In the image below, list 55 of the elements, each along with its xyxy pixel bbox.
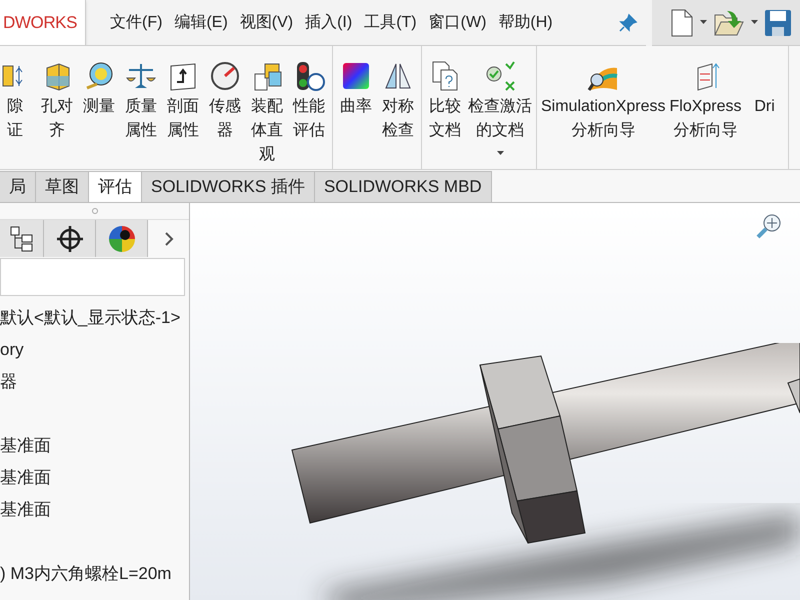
tool-icon [484,60,516,92]
tool-icon [209,60,241,92]
ribbon-tool-button[interactable]: Dri [744,60,786,119]
ribbon-tool-button[interactable]: 曲率 [335,60,377,119]
ribbon-tool-button[interactable]: 孔对 齐 [36,60,78,143]
color-sphere-icon [108,224,136,252]
tree-item[interactable]: 基准面 [0,433,51,459]
tree-item[interactable]: 基准面 [0,465,51,491]
ribbon-tab[interactable]: SOLIDWORKS 插件 [142,171,315,202]
ribbon-tool-button[interactable]: FloXpress 分析向导 [668,60,744,143]
tree-item[interactable]: ) M3内六角螺栓L=20m [0,561,172,587]
caret-icon[interactable] [700,20,707,25]
menu-item[interactable]: 文件(F) [106,10,166,34]
chevron-right-icon[interactable] [164,230,174,246]
ribbon-tab[interactable]: SOLIDWORKS MBD [314,171,492,202]
menu-item[interactable]: 工具(T) [360,10,421,34]
menu-item[interactable]: 帮助(H) [494,10,557,34]
menu-item[interactable]: 窗口(W) [424,10,490,34]
ribbon-tool-button[interactable]: 隙 证 [0,60,36,143]
dimxpert-tab[interactable] [44,220,96,257]
caret-icon[interactable] [496,151,504,156]
tree-structure-icon [10,226,34,252]
config-manager-tab[interactable] [0,220,44,257]
tree-item[interactable]: 默认<默认_显示状态-1> [0,305,180,331]
ribbon-tool-button[interactable]: 测量 [78,60,120,119]
ribbon-tool-button[interactable]: 检查激活 的文档 [466,60,534,156]
ribbon-tool-button[interactable]: 比较 文档 [424,60,466,143]
menu-item[interactable]: 插入(I) [301,10,356,34]
tree-item[interactable]: 器 [0,369,17,395]
tool-icon [340,60,372,92]
ribbon-tool-button[interactable]: 传感 器 [204,60,246,143]
crosshair-icon [56,224,84,252]
menu-item[interactable]: 视图(V) [236,10,298,34]
ribbon-tool-button[interactable]: SimulationXpress 分析向导 [539,60,668,143]
resize-handle-icon[interactable] [92,208,98,214]
ribbon-tool-button[interactable]: 剖面 属性 [162,60,204,143]
menu-item[interactable]: 编辑(E) [170,10,232,34]
display-manager-tab[interactable] [96,220,148,257]
ribbon-tool-button[interactable]: 装配 体直 观 [246,60,288,167]
tree-item[interactable]: ory [0,337,24,363]
ribbon-tab[interactable]: 评估 [89,171,142,202]
ribbon-tab[interactable]: 局 [0,171,36,202]
caret-icon[interactable] [751,20,758,25]
logo: DWORKS [0,0,86,46]
save-icon[interactable] [764,8,792,38]
zoom-to-fit-icon[interactable] [756,213,782,239]
ribbon-tool-button[interactable]: 性能 评估 [288,60,330,143]
tree-item[interactable]: 基准面 [0,497,51,523]
new-document-icon[interactable] [670,8,694,38]
open-folder-icon[interactable] [713,8,745,36]
filter-field[interactable] [0,258,185,296]
ribbon-tool-button[interactable]: 质量 属性 [120,60,162,143]
ribbon-tab[interactable]: 草图 [36,171,89,202]
ribbon-tool-button[interactable]: 对称 检查 [377,60,419,143]
pin-icon[interactable] [618,13,638,33]
